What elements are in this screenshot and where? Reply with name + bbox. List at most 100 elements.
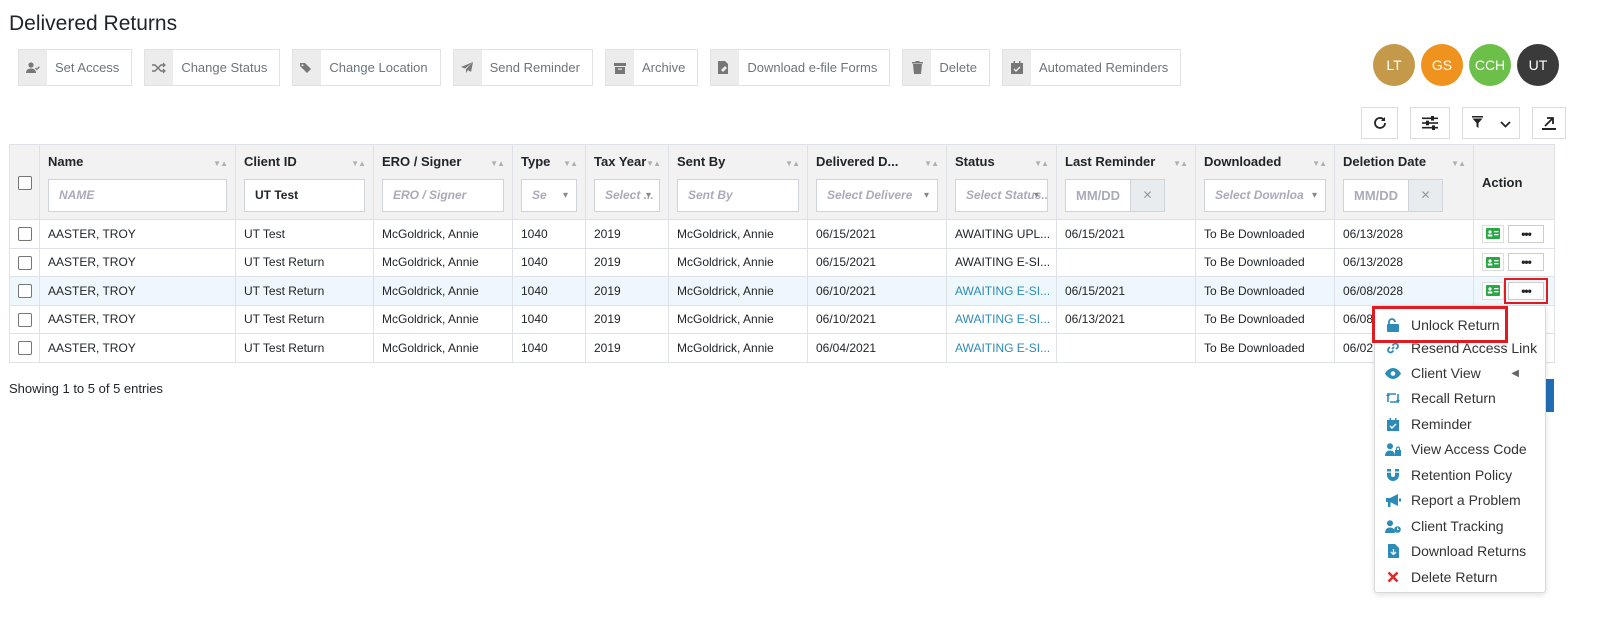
returns-table: Name ▼▲ Client ID ▼▲ ERO / Signer ▼▲ Type ▼▲… — [9, 144, 1555, 363]
table-row[interactable]: AASTER, TROY UT Test Return McGoldrick, … — [9, 304, 1555, 334]
cell-status[interactable]: AWAITING E-SI... — [946, 276, 1057, 306]
menu-item-download-returns[interactable]: Download Returns — [1375, 539, 1547, 563]
column-header-sent-by[interactable]: Sent By ▼▲ — [668, 144, 808, 179]
more-actions-button[interactable]: ••• — [1504, 277, 1548, 304]
column-header-name[interactable]: Name ▼▲ — [39, 144, 236, 179]
archive-button[interactable]: Archive — [604, 49, 699, 86]
chevron-down-icon: ▾ — [923, 189, 929, 201]
last-reminder-date-input[interactable]: MM/DD — [1065, 178, 1131, 212]
column-settings-button[interactable] — [1410, 107, 1450, 139]
send-reminder-button[interactable]: Send Reminder — [452, 49, 593, 86]
cell-last-reminder: 06/15/2021 — [1056, 276, 1196, 306]
menu-item-recall-return[interactable]: Recall Return — [1375, 386, 1547, 410]
column-header-delivered-date[interactable]: Delivered D... ▼▲ — [807, 144, 947, 179]
avatar[interactable]: GS — [1421, 44, 1463, 86]
status-link[interactable]: AWAITING E-SI... — [955, 284, 1050, 298]
client-card-icon[interactable] — [1482, 281, 1504, 300]
row-checkbox[interactable] — [18, 227, 32, 242]
filter-dropdown-button[interactable] — [1491, 108, 1519, 138]
downloaded-filter-select[interactable]: Select Downloa ▾ — [1204, 178, 1326, 212]
column-header-status[interactable]: Status ▼▲ — [946, 144, 1057, 179]
column-header-tax-year[interactable]: Tax Year ▼▲ — [585, 144, 669, 179]
menu-item-reminder[interactable]: Reminder — [1375, 412, 1547, 436]
chevron-down-icon: ▾ — [1033, 189, 1039, 201]
cell-type: 1040 — [512, 219, 586, 249]
change-status-button[interactable]: Change Status — [144, 49, 281, 86]
menu-item-client-view[interactable]: Client View ◀ — [1375, 361, 1547, 385]
avatar[interactable]: UT — [1517, 44, 1559, 86]
change-status-label: Change Status — [181, 60, 268, 75]
clear-date-button[interactable]: ✕ — [1409, 178, 1443, 212]
row-checkbox-cell — [9, 247, 40, 277]
last-reminder-filter-cell: MM/DD ✕ — [1056, 178, 1196, 220]
download-efile-forms-button[interactable]: Download e-file Forms — [710, 49, 891, 86]
table-row[interactable]: AASTER, TROY UT Test Return McGoldrick, … — [9, 333, 1555, 363]
column-header-type[interactable]: Type ▼▲ — [512, 144, 586, 179]
shuffle-icon — [145, 50, 174, 85]
download-efile-forms-label: Download e-file Forms — [747, 60, 878, 75]
avatar[interactable]: LT — [1373, 44, 1415, 86]
table-row[interactable]: AASTER, TROY UT Test Return McGoldrick, … — [9, 276, 1555, 306]
cell-last-reminder — [1056, 333, 1196, 363]
menu-item-resend-access-link[interactable]: Resend Access Link — [1375, 336, 1547, 360]
set-access-button[interactable]: Set Access — [18, 49, 133, 86]
menu-item-retention-policy[interactable]: Retention Policy — [1375, 463, 1547, 487]
column-header-client-id[interactable]: Client ID ▼▲ — [235, 144, 374, 179]
row-checkbox[interactable] — [18, 284, 32, 299]
cell-type: 1040 — [512, 247, 586, 277]
status-link[interactable]: AWAITING E-SI... — [955, 341, 1050, 355]
row-checkbox[interactable] — [18, 312, 32, 327]
client-card-icon[interactable] — [1482, 253, 1504, 272]
menu-item-view-access-code[interactable]: View Access Code — [1375, 437, 1547, 461]
avatar[interactable]: CCH — [1469, 44, 1511, 86]
sort-icon: ▼▲ — [1451, 159, 1466, 168]
sent-by-filter-input[interactable]: Sent By — [677, 178, 799, 212]
name-filter-input[interactable]: NAME — [48, 178, 227, 212]
calendar-check-icon — [1384, 416, 1402, 432]
cell-downloaded: To Be Downloaded — [1195, 276, 1335, 306]
clear-date-button[interactable]: ✕ — [1131, 178, 1165, 212]
cell-action: ••• — [1473, 247, 1555, 277]
sort-icon: ▼▲ — [1312, 159, 1327, 168]
deletion-date-input[interactable]: MM/DD — [1343, 178, 1409, 212]
export-button[interactable] — [1532, 107, 1566, 139]
more-actions-button[interactable]: ••• — [1508, 224, 1544, 243]
row-checkbox[interactable] — [18, 341, 32, 356]
column-header-downloaded[interactable]: Downloaded ▼▲ — [1195, 144, 1335, 179]
close-icon: ✕ — [1142, 188, 1153, 202]
filter-button[interactable] — [1463, 108, 1491, 138]
menu-item-report-a-problem[interactable]: Report a Problem — [1375, 488, 1547, 512]
column-header-ero-signer[interactable]: ERO / Signer ▼▲ — [373, 144, 513, 179]
client-id-filter-input[interactable]: UT Test — [244, 178, 365, 212]
delivered-filter-cell: Select Delivere ▾ — [807, 178, 947, 220]
ero-filter-input[interactable]: ERO / Signer — [382, 178, 504, 212]
tax-year-filter-select[interactable]: Select ... ▾ — [594, 178, 660, 212]
delivered-date-filter-select[interactable]: Select Delivere ▾ — [816, 178, 938, 212]
cell-name: AASTER, TROY — [39, 304, 236, 334]
menu-item-client-tracking[interactable]: Client Tracking — [1375, 514, 1547, 538]
more-actions-button[interactable]: ••• — [1508, 253, 1544, 272]
type-filter-select[interactable]: Se ▾ — [521, 178, 577, 212]
column-header-deletion-date[interactable]: Deletion Date ▼▲ — [1334, 144, 1474, 179]
row-checkbox-cell — [9, 276, 40, 306]
cell-status[interactable]: AWAITING E-SI... — [946, 333, 1057, 363]
bullhorn-icon — [1384, 492, 1402, 508]
row-checkbox[interactable] — [18, 255, 32, 270]
automated-reminders-button[interactable]: Automated Reminders — [1001, 49, 1182, 86]
cell-deletion-date: 06/13/2028 — [1334, 247, 1474, 277]
status-filter-select[interactable]: Select Status... ▾ — [955, 178, 1048, 212]
select-all-checkbox[interactable] — [18, 175, 32, 190]
cell-last-reminder — [1056, 247, 1196, 277]
column-header-last-reminder[interactable]: Last Reminder ▼▲ — [1056, 144, 1196, 179]
menu-item-delete-return[interactable]: Delete Return — [1375, 565, 1547, 589]
table-row[interactable]: AASTER, TROY UT Test McGoldrick, Annie 1… — [9, 219, 1555, 249]
delete-button[interactable]: Delete — [902, 49, 990, 86]
pagination-button-edge[interactable] — [1546, 379, 1554, 412]
cell-status[interactable]: AWAITING E-SI... — [946, 304, 1057, 334]
client-card-icon[interactable] — [1482, 224, 1504, 243]
change-location-button[interactable]: Change Location — [292, 49, 441, 86]
status-link[interactable]: AWAITING E-SI... — [955, 312, 1050, 326]
cell-sent-by: McGoldrick, Annie — [668, 219, 808, 249]
refresh-button[interactable] — [1361, 107, 1398, 139]
table-row[interactable]: AASTER, TROY UT Test Return McGoldrick, … — [9, 247, 1555, 277]
